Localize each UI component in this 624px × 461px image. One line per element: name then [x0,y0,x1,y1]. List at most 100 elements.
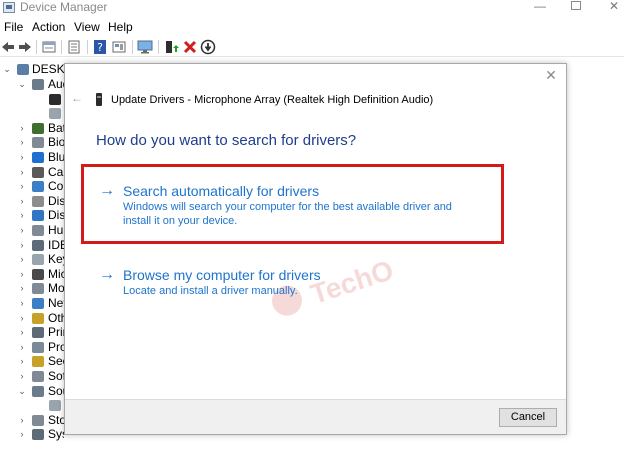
tree-child-item[interactable] [0,106,64,121]
device-category-icon [32,385,44,397]
device-category-icon [32,181,44,193]
tree-category-item[interactable]: › Net [0,296,65,311]
tree-category-item[interactable]: › Prin [0,325,65,340]
expand-icon[interactable]: › [17,238,27,253]
tree-item-label: IDE [48,237,64,252]
expand-icon[interactable]: › [17,281,27,296]
tree-category-item[interactable]: › Bion [0,135,65,150]
expand-icon[interactable]: › [17,340,27,355]
option-title: Browse my computer for drivers [123,267,321,283]
tree-item-label: Net [48,296,64,310]
expand-icon[interactable]: › [17,311,27,326]
details-icon[interactable] [111,39,127,55]
tree-item-label: Blue [48,150,64,164]
expand-icon[interactable]: › [17,208,27,223]
tree-category-item[interactable]: › Batt [0,120,65,136]
tree-category-item[interactable]: ⌄ Sou [0,384,64,399]
expand-icon[interactable]: › [17,165,27,180]
device-category-icon [32,254,44,266]
collapse-icon[interactable]: ⌄ [17,77,27,92]
tree-category-item[interactable]: › Mic [0,267,65,282]
svg-text:?: ? [97,41,103,54]
expand-icon[interactable]: › [17,252,27,267]
expand-icon[interactable]: › [17,121,27,136]
tree-item-label: System devices [48,427,64,442]
dialog-close-button[interactable]: ✕ [544,68,558,82]
back-arrow-icon[interactable]: ← [71,92,83,104]
menu-view[interactable]: View [74,20,100,34]
option-description: Locate and install a driver manually. [123,285,298,297]
device-manager-icon [3,2,15,13]
device-tree: ⌄ DESKTO ⌄ Aud › Batt › Bion › Blue › Cam › Com › Dis… [0,58,64,461]
tree-root[interactable]: ⌄ DESKTO [0,62,64,77]
expand-icon[interactable]: › [17,296,27,311]
expand-icon[interactable]: › [17,267,27,282]
tree-category-item[interactable]: › Hum [0,223,65,238]
properties-icon[interactable] [41,39,57,55]
device-category-icon [32,239,44,251]
device-category-icon [32,152,44,163]
arrow-right-icon: → [99,266,115,283]
tree-category-item[interactable]: › Blue [0,150,65,165]
disable-icon[interactable] [200,39,216,55]
toolbar-separator [61,40,62,54]
device-category-icon [32,283,44,295]
option-description: Windows will search your computer for th… [123,201,452,227]
tree-category-item[interactable]: › Stor [0,413,65,428]
collapse-icon[interactable]: ⌄ [2,62,12,77]
back-icon[interactable] [0,39,16,55]
device-category-icon [32,195,44,207]
tree-category-item[interactable]: › System devices [0,427,65,442]
minimize-button[interactable]: — [520,0,560,15]
arrow-right-icon: → [99,182,115,199]
search-automatically-option[interactable]: → Search automatically for drivers Windo… [96,182,536,242]
scan-hardware-icon[interactable] [137,39,153,55]
tree-child-item[interactable] [0,92,64,107]
tree-category-item[interactable]: › Mo [0,281,65,296]
browse-computer-option[interactable]: → Browse my computer for drivers Locate … [96,266,536,302]
tree-category-item[interactable]: › Com [0,179,65,194]
help-icon[interactable]: ? [92,39,108,55]
expand-icon[interactable]: › [17,135,27,150]
tree-category-item[interactable]: › Keyl [0,252,65,267]
device-category-icon [32,312,44,324]
tree-category-item[interactable]: › IDE [0,237,65,253]
tree-category-item[interactable]: › Disk [0,194,65,209]
expand-icon[interactable]: › [17,354,27,369]
tree-category-item[interactable]: › Oth [0,311,65,326]
tree-category-item[interactable]: ⌄ Aud [0,77,64,92]
tree-category-item[interactable]: › Soft [0,369,65,384]
expand-icon[interactable]: › [17,150,27,165]
tree-category-item[interactable]: › Pro [0,340,65,355]
maximize-icon [571,1,581,10]
tree-item-label: Batt [48,120,64,135]
expand-icon[interactable]: › [17,194,27,209]
cancel-button[interactable]: Cancel [499,408,557,427]
uninstall-icon[interactable] [182,39,198,55]
forward-icon[interactable] [17,39,33,55]
expand-icon[interactable]: › [17,223,27,238]
computer-icon [17,64,29,75]
tree-category-item[interactable]: › Cam [0,165,65,180]
dialog-title: Update Drivers - Microphone Array (Realt… [111,94,434,106]
expand-icon[interactable]: › [17,179,27,194]
tree-category-item[interactable]: › Disp [0,208,65,223]
expand-icon[interactable]: › [17,325,27,340]
device-category-icon [32,341,44,353]
tree-category-item[interactable]: › Secu [0,354,65,369]
tree-item-label: Com [48,179,64,194]
expand-icon[interactable]: › [17,427,27,442]
menu-file[interactable]: File [4,20,23,34]
show-hide-icon[interactable] [66,39,82,55]
update-driver-icon[interactable] [163,39,179,55]
tree-item-label: Bion [48,135,64,150]
maximize-button[interactable] [556,0,596,15]
menu-help[interactable]: Help [108,20,133,34]
menu-action[interactable]: Action [32,20,65,34]
close-window-button[interactable]: ✕ [594,0,624,15]
tree-child-item[interactable] [0,398,64,413]
device-category-icon [32,210,44,222]
expand-icon[interactable]: › [17,413,27,428]
expand-icon[interactable]: › [17,369,27,384]
collapse-icon[interactable]: ⌄ [17,384,27,399]
